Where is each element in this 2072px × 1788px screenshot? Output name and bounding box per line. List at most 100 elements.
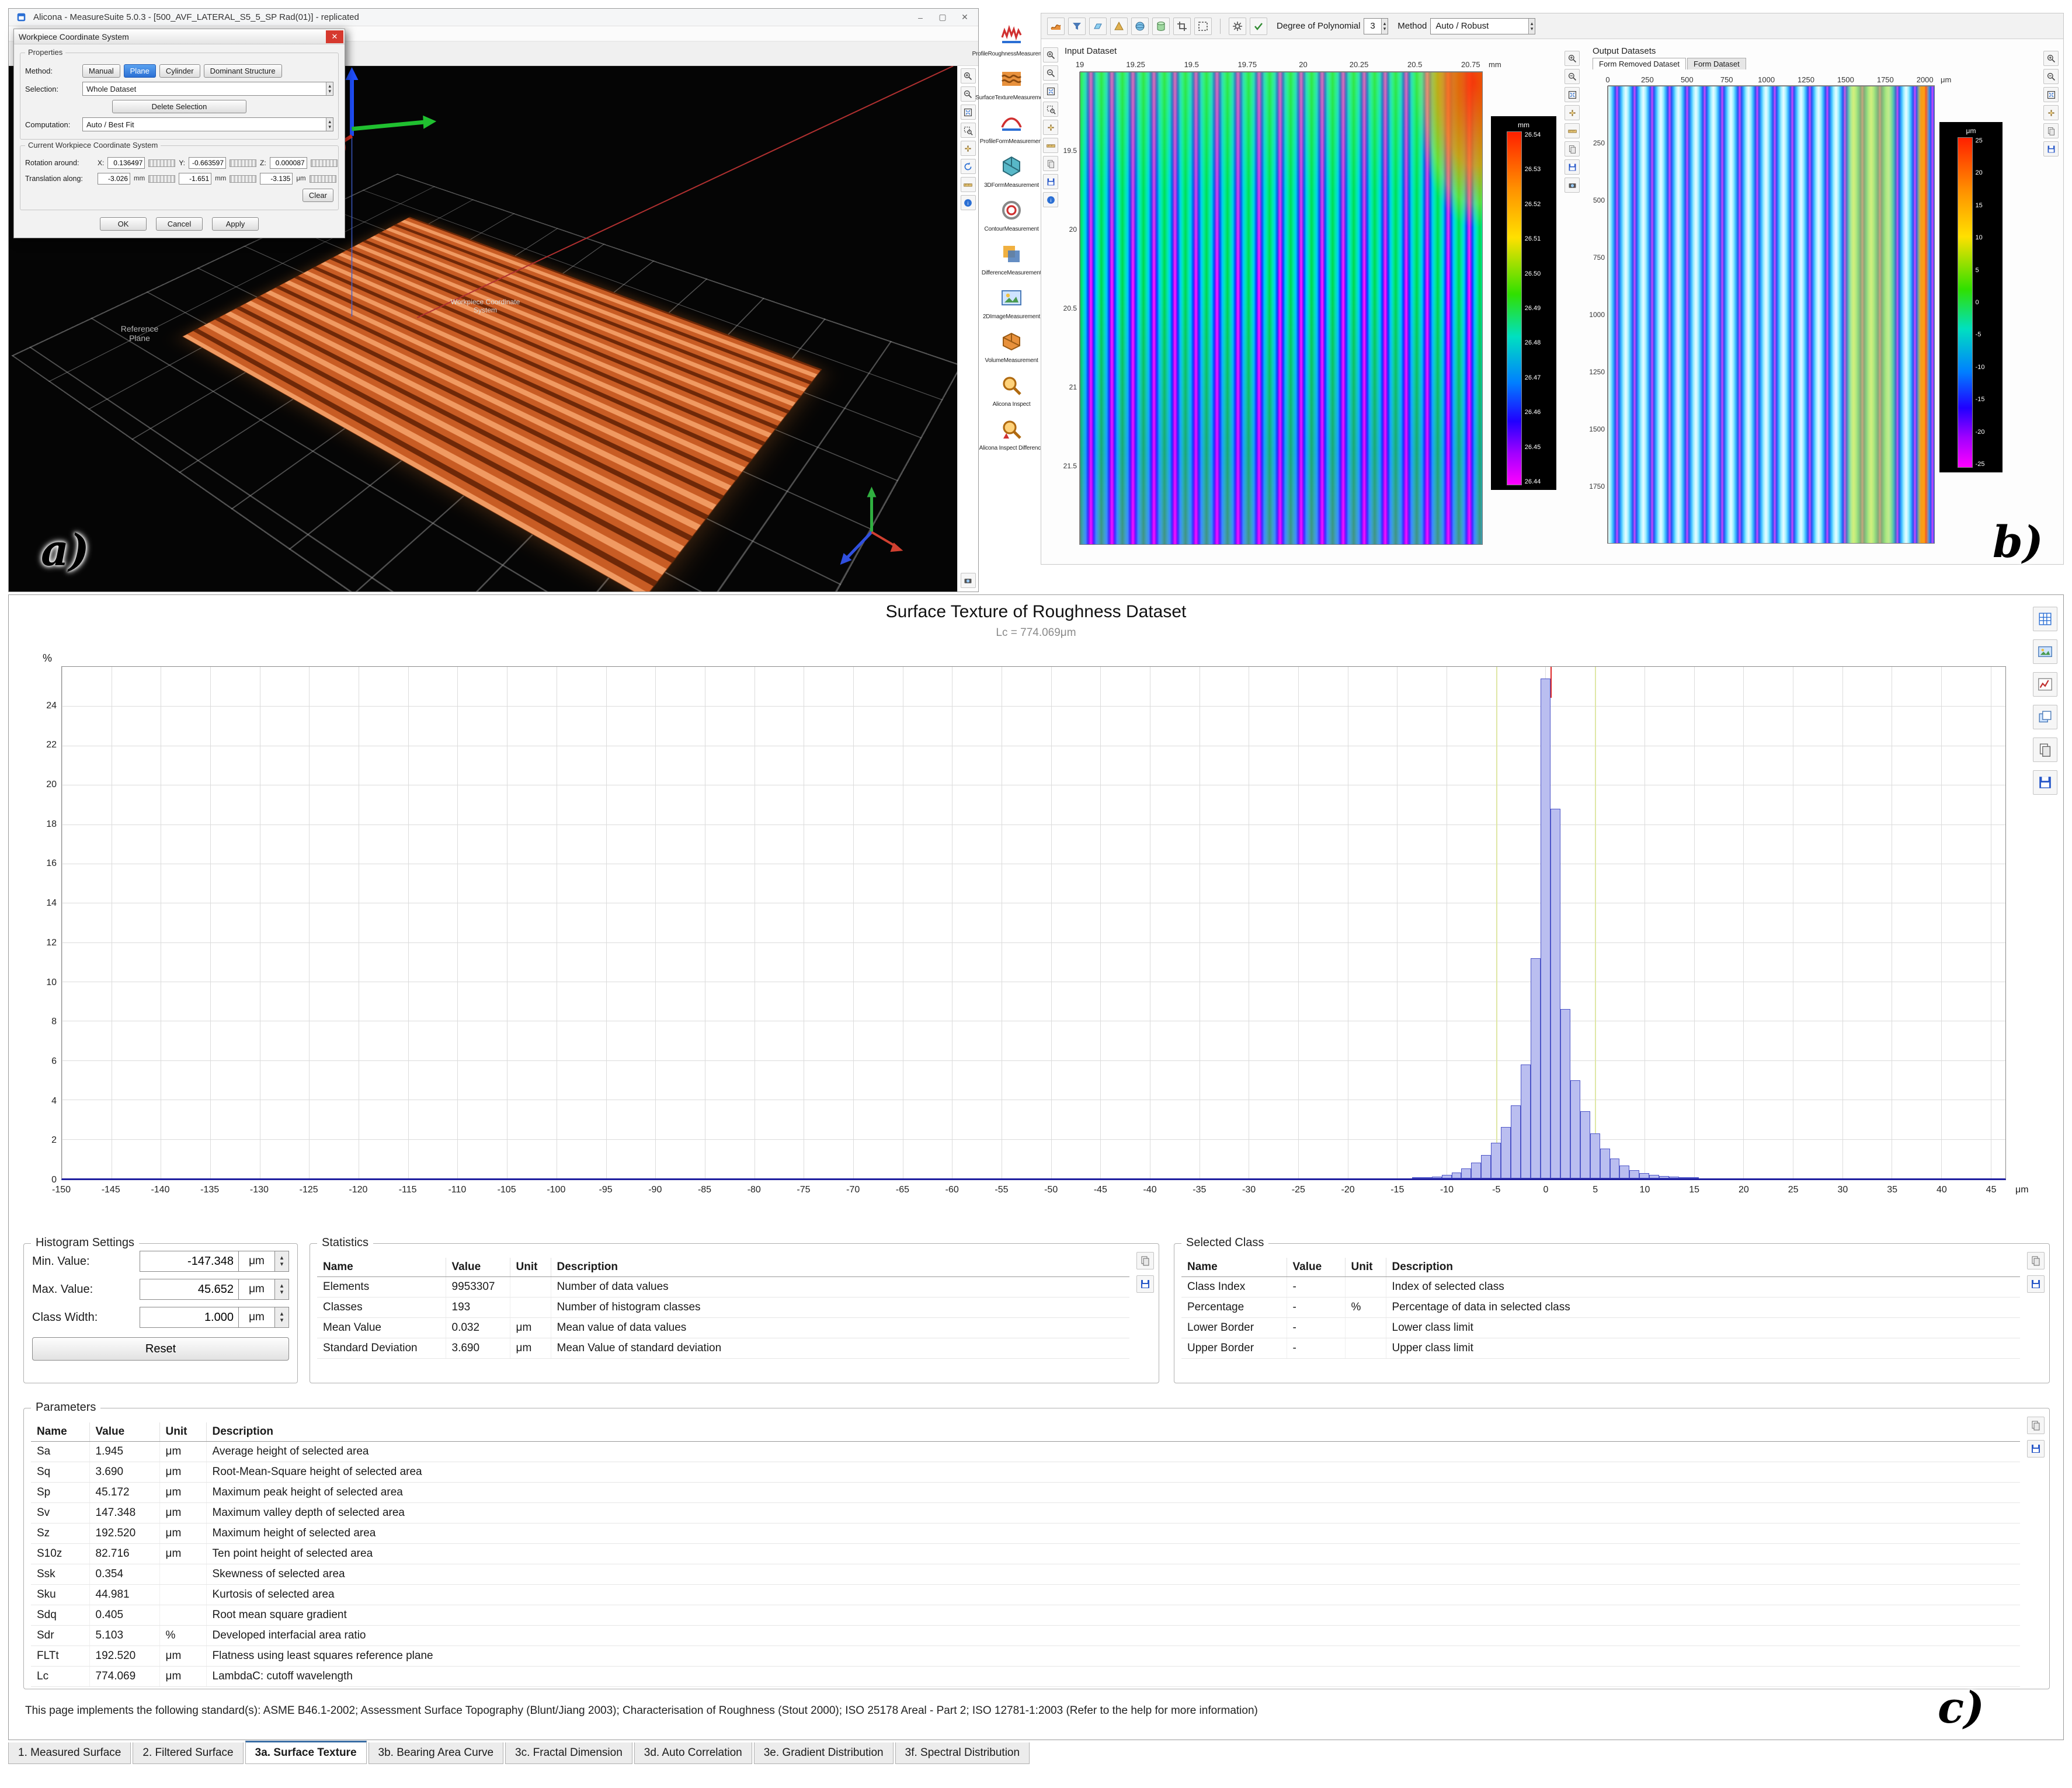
stepper-icon[interactable]: ▴▾ [275, 1251, 289, 1272]
selection-rect-icon[interactable] [1194, 18, 1212, 35]
zoom-out-icon[interactable] [1043, 65, 1058, 81]
rotation-x-slider[interactable] [148, 159, 175, 167]
module-profileformmeasurement[interactable]: ProfileFormMeasurement [983, 111, 1040, 145]
stepper-icon[interactable]: ▴▾ [1381, 19, 1388, 34]
stepper-icon[interactable]: ▴▾ [275, 1307, 289, 1328]
stepper-icon[interactable]: ▴▾ [275, 1279, 289, 1300]
copy-icon[interactable] [1565, 141, 1580, 156]
module-alicona-inspect[interactable]: Alicona Inspect [983, 374, 1040, 408]
table-row[interactable]: S10z82.716μmTen point height of selected… [31, 1544, 2020, 1564]
settings-icon[interactable] [1229, 18, 1246, 35]
filter-icon[interactable] [1068, 18, 1086, 35]
cancel-button[interactable]: Cancel [156, 217, 203, 231]
method-manual-button[interactable]: Manual [82, 64, 120, 78]
selection-select[interactable]: Whole Dataset ▴▾ [82, 82, 333, 96]
stepper-icon[interactable]: ▴▾ [1528, 19, 1535, 34]
tab-1-measured-surface[interactable]: 1. Measured Surface [8, 1742, 131, 1764]
unit-select[interactable]: μm [239, 1307, 275, 1328]
stepper-icon[interactable]: ▴▾ [326, 82, 333, 95]
maximize-button[interactable]: ▢ [934, 12, 951, 22]
max-value-input[interactable] [140, 1279, 239, 1300]
measure-icon[interactable] [1043, 138, 1058, 153]
module-profileroughnessmeasurement[interactable]: ProfileRoughnessMeasurement [983, 23, 1040, 57]
tab-3e-gradient-distribution[interactable]: 3e. Gradient Distribution [754, 1742, 894, 1764]
method-plane-button[interactable]: Plane [124, 64, 156, 78]
tab-form-removed-dataset[interactable]: Form Removed Dataset [1593, 58, 1686, 69]
tab-3b-bearing-area-curve[interactable]: 3b. Bearing Area Curve [368, 1742, 504, 1764]
copy-icon[interactable] [2043, 123, 2059, 138]
ok-button[interactable]: OK [100, 217, 147, 231]
plane-fit-icon[interactable] [1089, 18, 1107, 35]
save-icon[interactable] [2027, 1440, 2045, 1457]
table-row[interactable]: Ssk0.354Skewness of selected area [31, 1564, 2020, 1585]
cylinder-fit-icon[interactable] [1152, 18, 1170, 35]
zoom-in-icon[interactable] [1565, 51, 1580, 66]
translation-x-input[interactable] [98, 173, 130, 185]
sphere-fit-icon[interactable] [1131, 18, 1149, 35]
polynomial-fit-icon[interactable] [1110, 18, 1128, 35]
table-row[interactable]: Class Index-Index of selected class [1181, 1277, 2020, 1297]
copy-icon[interactable] [1136, 1252, 1154, 1269]
translation-z-slider[interactable] [310, 175, 336, 183]
stepper-icon[interactable]: ▴▾ [326, 118, 333, 131]
unit-select[interactable]: μm [239, 1251, 275, 1272]
module-contourmeasurement[interactable]: ContourMeasurement [983, 199, 1040, 232]
zoom-out-icon[interactable] [961, 86, 976, 102]
method-select[interactable]: Auto / Robust ▴▾ [1430, 18, 1535, 34]
tab-3a-surface-texture[interactable]: 3a. Surface Texture [245, 1741, 367, 1764]
tab-3d-auto-correlation[interactable]: 3d. Auto Correlation [634, 1742, 752, 1764]
tab-3f-spectral-distribution[interactable]: 3f. Spectral Distribution [895, 1742, 1030, 1764]
module-differencemeasurement[interactable]: DifferenceMeasurement [983, 242, 1040, 276]
class-width-input[interactable] [140, 1307, 239, 1328]
table-row[interactable]: Lower Border-Lower class limit [1181, 1318, 2020, 1338]
table-row[interactable]: Classes193Number of histogram classes [317, 1297, 1129, 1318]
table-view-icon[interactable] [2033, 607, 2057, 631]
pan-icon[interactable] [1043, 120, 1058, 135]
snapshot-icon[interactable] [961, 573, 976, 588]
save-icon[interactable] [1136, 1275, 1154, 1293]
apply-icon[interactable] [1250, 18, 1267, 35]
save-icon[interactable] [2027, 1275, 2045, 1293]
rotate-view-icon[interactable] [961, 159, 976, 174]
translation-x-slider[interactable] [148, 175, 175, 183]
degree-of-polynomial-stepper[interactable]: 3 ▴▾ [1364, 18, 1388, 34]
table-row[interactable]: Sp45.172μmMaximum peak height of selecte… [31, 1483, 2020, 1503]
measure-icon[interactable] [1565, 123, 1580, 138]
translation-y-input[interactable] [179, 173, 211, 185]
histogram-plot[interactable] [61, 666, 2006, 1180]
form-removed-heightmap[interactable] [1608, 86, 1935, 544]
unit-select[interactable]: μm [239, 1279, 275, 1300]
module-volumemeasurement[interactable]: VolumeMeasurement [983, 330, 1040, 364]
computation-select[interactable]: Auto / Best Fit ▴▾ [82, 117, 333, 131]
zoom-fit-icon[interactable] [2043, 87, 2059, 102]
module-alicona-inspect-difference[interactable]: Alicona Inspect Difference [983, 418, 1040, 451]
table-row[interactable]: Sz192.520μmMaximum height of selected ar… [31, 1523, 2020, 1544]
zoom-fit-icon[interactable] [1565, 87, 1580, 102]
info-icon[interactable]: i [1043, 192, 1058, 207]
table-row[interactable]: Upper Border-Upper class limit [1181, 1338, 2020, 1359]
rotation-z-slider[interactable] [311, 159, 338, 167]
zoom-in-icon[interactable] [2043, 51, 2059, 66]
module-3dformmeasurement[interactable]: 3DFormMeasurement [983, 155, 1040, 189]
copy-icon[interactable] [1043, 156, 1058, 171]
pan-icon[interactable] [1565, 105, 1580, 120]
close-button[interactable]: ✕ [956, 12, 974, 22]
zoom-out-icon[interactable] [2043, 69, 2059, 84]
module-surfacetexturemeasurement[interactable]: SurfaceTextureMeasurement [983, 67, 1040, 101]
crop-icon[interactable] [1173, 18, 1191, 35]
input-heightmap[interactable] [1080, 72, 1483, 545]
measure-icon[interactable] [961, 177, 976, 192]
table-row[interactable]: Sq3.690μmRoot-Mean-Square height of sele… [31, 1462, 2020, 1483]
minimize-button[interactable]: – [912, 13, 929, 22]
min-value-input[interactable] [140, 1251, 239, 1272]
table-row[interactable]: Sdr5.103%Developed interfacial area rati… [31, 1626, 2020, 1646]
table-row[interactable]: Sa1.945μmAverage height of selected area [31, 1442, 2020, 1462]
info-icon[interactable]: i [961, 195, 976, 210]
rotation-x-input[interactable] [107, 157, 145, 169]
table-row[interactable]: FLTt192.520μmFlatness using least square… [31, 1646, 2020, 1667]
snapshot-icon[interactable] [1565, 178, 1580, 193]
pan-icon[interactable] [961, 141, 976, 156]
table-row[interactable]: Sdq0.405Root mean square gradient [31, 1605, 2020, 1626]
translation-y-slider[interactable] [230, 175, 256, 183]
method-dominant-structure-button[interactable]: Dominant Structure [204, 64, 282, 78]
